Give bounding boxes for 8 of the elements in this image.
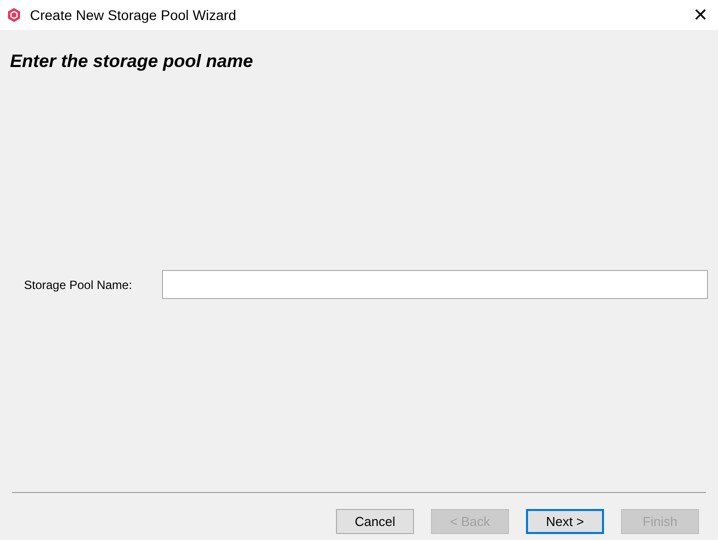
wizard-button[interactable]: Cancel xyxy=(336,509,414,534)
field-label: Storage Pool Name: xyxy=(24,276,134,294)
wizard-button[interactable]: Next > xyxy=(526,509,604,534)
page-heading: Enter the storage pool name xyxy=(10,51,254,71)
app-icon xyxy=(6,7,22,23)
close-button[interactable]: ✕ xyxy=(693,6,708,24)
window-title: Create New Storage Pool Wizard xyxy=(30,6,238,25)
input-field[interactable] xyxy=(162,270,708,299)
